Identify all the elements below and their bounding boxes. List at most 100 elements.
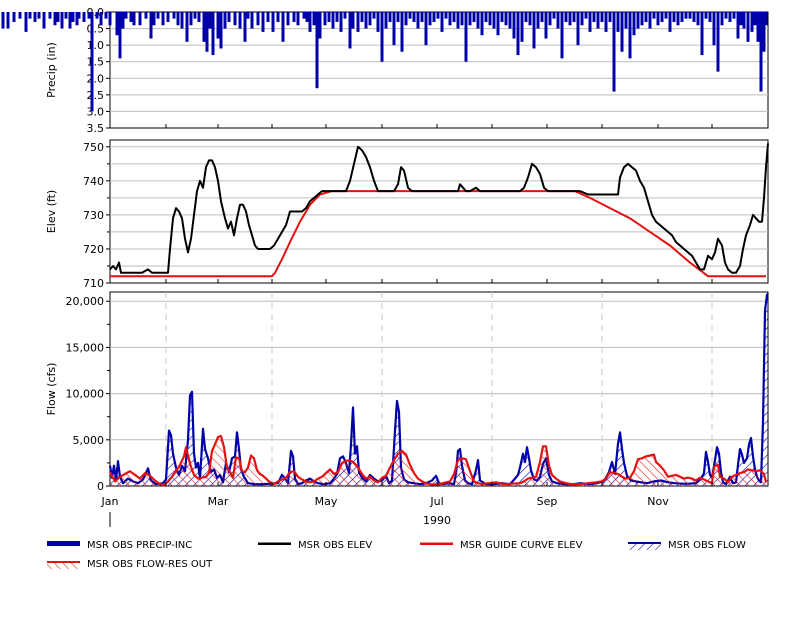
- precip-bar: [456, 12, 460, 29]
- precip-bar: [82, 12, 86, 22]
- precip-bar: [308, 12, 312, 32]
- precip-bar: [48, 12, 52, 19]
- precip-bar: [732, 12, 736, 19]
- flow-tick-label: 20,000: [66, 295, 105, 308]
- precip-bar: [488, 12, 492, 26]
- precip-bar: [108, 12, 112, 26]
- precip-bar: [750, 12, 754, 32]
- precip-bar: [132, 12, 136, 26]
- precip-bar: [53, 12, 57, 26]
- precip-bar: [276, 12, 280, 22]
- precip-bar: [468, 12, 472, 26]
- precip-bar: [152, 12, 156, 26]
- precip-bar: [460, 12, 464, 26]
- precip-bar: [588, 12, 592, 32]
- legend-item: MSR GUIDE CURVE ELEV: [420, 540, 583, 551]
- precip-bar: [596, 12, 600, 29]
- precip-panel: 0.00.51.01.52.02.53.03.5Precip (in): [1, 6, 769, 135]
- precip-bar: [121, 12, 125, 29]
- precip-bar: [281, 12, 285, 42]
- precip-bar: [104, 12, 108, 19]
- precip-bar: [261, 12, 265, 32]
- precip-axis-title: Precip (in): [45, 42, 58, 98]
- precip-bar: [576, 12, 580, 46]
- precip-bar: [600, 12, 604, 22]
- flow-tick-label: 15,000: [66, 341, 105, 354]
- precip-bar: [440, 12, 444, 32]
- precip-bar: [660, 12, 664, 22]
- precip-bar: [302, 12, 306, 19]
- precip-bar: [77, 12, 81, 19]
- legend-item: MSR OBS ELEV: [258, 540, 372, 551]
- precip-bar: [412, 12, 416, 22]
- precip-bar: [156, 12, 160, 19]
- precip-bar: [504, 12, 508, 26]
- legend: MSR OBS PRECIP-INC MSR OBS ELEV MSR GUIDE …: [47, 540, 746, 570]
- precip-bar: [564, 12, 568, 22]
- precip-bar: [604, 12, 608, 32]
- precip-bar: [404, 12, 408, 26]
- precip-bar: [700, 12, 704, 56]
- elev-axis-title: Elev (ft): [45, 190, 58, 233]
- legend-swatch-line: [420, 542, 453, 545]
- precip-bar: [185, 12, 189, 42]
- precip-bar: [560, 12, 564, 59]
- precip-bar: [432, 12, 436, 22]
- precip-bar: [746, 12, 750, 42]
- precip-bar: [380, 12, 384, 62]
- legend-swatch-hatch: [47, 562, 80, 569]
- precip-bar: [668, 12, 672, 32]
- precip-bar: [736, 12, 740, 39]
- x-tick-label: Sep: [537, 495, 558, 508]
- precip-bar: [676, 12, 680, 26]
- precip-bar: [166, 12, 170, 22]
- precip-bar: [193, 12, 197, 19]
- precip-bar: [18, 12, 22, 19]
- legend-label: MSR OBS ELEV: [298, 540, 372, 551]
- precip-bar: [692, 12, 696, 22]
- elev-tick-label: 710: [83, 277, 104, 290]
- precip-bar: [652, 12, 656, 19]
- precip-bar: [219, 12, 223, 49]
- precip-bar: [632, 12, 636, 36]
- legend-swatch-edge: [47, 561, 80, 563]
- precip-bar: [516, 12, 520, 56]
- precip-bar: [696, 12, 700, 26]
- precip-bar: [444, 12, 448, 19]
- precip-bar: [388, 12, 392, 22]
- precip-bar: [64, 12, 68, 19]
- precip-bar: [292, 12, 296, 22]
- precip-bar: [238, 12, 242, 29]
- precip-bar: [129, 12, 133, 22]
- precip-bar: [348, 12, 352, 49]
- precip-bar: [360, 12, 364, 22]
- flow-axis-title: Flow (cfs): [45, 363, 58, 416]
- precip-bar: [472, 12, 476, 22]
- precip-bar: [728, 12, 732, 22]
- flow-tick-label: 10,000: [66, 388, 105, 401]
- precip-bar: [580, 12, 584, 26]
- precip-bar: [202, 12, 206, 42]
- legend-swatch-edge: [628, 542, 661, 544]
- legend-label: MSR GUIDE CURVE ELEV: [460, 540, 583, 551]
- precip-bar: [708, 12, 712, 22]
- precip-bar: [331, 12, 335, 29]
- precip-bar: [620, 12, 624, 52]
- precip-bar: [87, 12, 91, 19]
- precip-bar: [452, 12, 456, 22]
- precip-bar: [144, 12, 148, 19]
- precip-bar: [161, 12, 165, 26]
- precip-bar: [339, 12, 343, 32]
- precip-bar: [376, 12, 380, 32]
- precip-tick-label: 3.0: [87, 105, 105, 118]
- x-axis-year: 1990: [423, 514, 451, 527]
- x-tick-label: May: [315, 495, 338, 508]
- precip-bar: [312, 12, 316, 26]
- precip-bar: [408, 12, 412, 19]
- precip-bar: [335, 12, 339, 22]
- precip-tick-label: 2.0: [87, 72, 105, 85]
- precip-bar: [305, 12, 309, 22]
- flow-tick-label: 0: [97, 480, 104, 493]
- precip-bar: [592, 12, 596, 22]
- precip-bar: [351, 12, 355, 29]
